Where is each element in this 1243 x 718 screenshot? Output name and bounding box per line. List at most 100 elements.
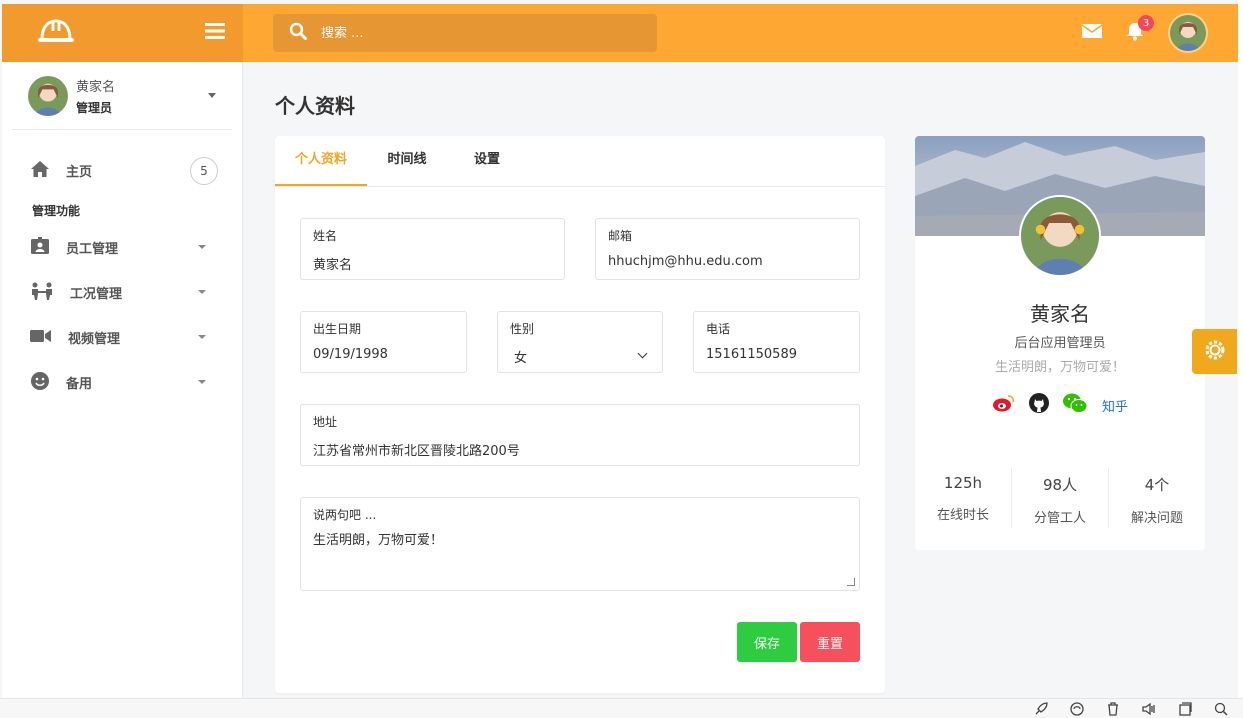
notification-badge: 3 xyxy=(1138,15,1154,31)
gender-select[interactable]: 性别 女 xyxy=(497,311,663,373)
field-label: 性别 xyxy=(510,322,535,336)
stat-value: 98人 xyxy=(1042,476,1078,494)
github-icon[interactable] xyxy=(1028,392,1050,418)
phone-input[interactable]: 15161150589 xyxy=(706,347,847,362)
browser-icon[interactable] xyxy=(1069,701,1085,718)
name-field[interactable]: 姓名 黄家名 xyxy=(300,218,565,280)
save-button[interactable]: 保存 xyxy=(737,622,797,662)
field-label: 地址 xyxy=(313,415,338,429)
sidebar-section-title: 管理功能 xyxy=(32,204,81,218)
sidebar-item-spare[interactable]: 备用 xyxy=(2,360,242,405)
search-icon[interactable] xyxy=(289,22,307,44)
id-badge-icon xyxy=(30,236,50,259)
field-label: 电话 xyxy=(706,322,731,336)
top-right-actions: 3 xyxy=(1081,13,1208,53)
field-label: 说两句吧 ... xyxy=(313,508,377,522)
stat-workers: 98人 分管工人 xyxy=(1012,468,1109,528)
tab-bar: 个人资料 时间线 设置 xyxy=(275,136,885,187)
address-field[interactable]: 地址 江苏省常州市新北区晋陵北路200号 xyxy=(300,404,860,466)
profile-avatar xyxy=(1019,195,1101,277)
chevron-down-icon xyxy=(198,290,206,294)
notification-bell[interactable]: 3 xyxy=(1126,15,1154,45)
stat-label: 解决问题 xyxy=(1130,511,1183,526)
sidebar-item-label: 视频管理 xyxy=(68,332,121,347)
profile-stats: 125h 在线时长 98人 分管工人 4个 解决问题 xyxy=(915,468,1205,528)
email-field[interactable]: 邮箱 hhuchjm@hhu.edu.com xyxy=(595,218,860,280)
field-label: 姓名 xyxy=(313,229,338,243)
sidebar-item-label: 员工管理 xyxy=(66,242,119,257)
stat-label: 在线时长 xyxy=(936,508,989,523)
phone-field[interactable]: 电话 15161150589 xyxy=(693,311,860,373)
tab-profile[interactable]: 个人资料 xyxy=(275,136,367,186)
chevron-down-icon xyxy=(198,380,206,384)
field-label: 邮箱 xyxy=(608,229,633,243)
brand-area xyxy=(2,4,243,62)
gear-icon xyxy=(1203,338,1227,366)
stat-label: 分管工人 xyxy=(1033,511,1086,526)
birthday-input[interactable]: 09/19/1998 xyxy=(313,347,454,362)
stat-online-hours: 125h 在线时长 xyxy=(915,468,1012,528)
profile-summary-card: 黄家名 后台应用管理员 生活明朗，万物可爱！ 知乎 125h 在线时长 98人 … xyxy=(915,136,1205,550)
window-icon[interactable] xyxy=(1177,701,1193,718)
gender-selected-value: 女 xyxy=(514,351,528,366)
bio-textarea[interactable]: 说两句吧 ... 生活明朗，万物可爱！ xyxy=(300,497,860,591)
chevron-down-icon[interactable] xyxy=(208,93,216,98)
sidebar-item-staff[interactable]: 员工管理 xyxy=(2,225,242,270)
sidebar: 黄家名 管理员 主页 5 管理功能 员工管理 工况管理 视频管理 备用 xyxy=(2,62,243,698)
stat-value: 125h xyxy=(943,474,983,492)
sidebar-user-card[interactable]: 黄家名 管理员 xyxy=(12,62,232,130)
weibo-icon[interactable] xyxy=(992,393,1016,417)
sidebar-item-conditions[interactable]: 工况管理 xyxy=(2,270,242,315)
sidebar-item-home[interactable]: 主页 5 xyxy=(2,148,242,193)
address-input[interactable]: 江苏省常州市新北区晋陵北路200号 xyxy=(313,440,847,459)
sidebar-item-label: 工况管理 xyxy=(70,287,123,302)
rocket-icon[interactable] xyxy=(1033,701,1049,718)
avatar xyxy=(28,75,68,116)
sidebar-user-role: 管理员 xyxy=(76,100,113,115)
stat-value: 4个 xyxy=(1144,476,1170,494)
mail-icon[interactable] xyxy=(1081,23,1103,43)
sidebar-item-label: 主页 xyxy=(66,165,93,180)
top-avatar[interactable] xyxy=(1168,13,1208,53)
resize-handle-icon[interactable] xyxy=(847,578,855,586)
social-links: 知乎 xyxy=(915,392,1205,418)
profile-name: 黄家名 xyxy=(1030,302,1090,326)
search-icon[interactable] xyxy=(1213,701,1229,718)
reset-button[interactable]: 重置 xyxy=(800,622,860,662)
top-bar: 3 xyxy=(2,4,1238,62)
email-input[interactable]: hhuchjm@hhu.edu.com xyxy=(608,254,847,269)
workers-icon xyxy=(30,282,54,304)
chevron-down-icon xyxy=(198,245,206,249)
name-input[interactable]: 黄家名 xyxy=(313,254,552,273)
settings-fab[interactable] xyxy=(1192,329,1237,374)
video-camera-icon xyxy=(30,328,52,348)
bottom-toolbar xyxy=(0,698,1243,718)
hard-hat-logo-icon[interactable] xyxy=(36,17,76,49)
toolbar-icons xyxy=(1033,701,1229,718)
birthday-field[interactable]: 出生日期 09/19/1998 xyxy=(300,311,467,373)
trash-icon[interactable] xyxy=(1105,701,1121,718)
sidebar-user-name: 黄家名 xyxy=(76,79,116,95)
search-box[interactable] xyxy=(273,14,657,52)
field-label: 出生日期 xyxy=(313,322,362,336)
volume-icon[interactable] xyxy=(1141,701,1157,718)
sidebar-item-video[interactable]: 视频管理 xyxy=(2,315,242,360)
profile-role: 后台应用管理员 xyxy=(1014,336,1106,351)
bio-text[interactable]: 生活明朗，万物可爱！ xyxy=(313,529,847,548)
smile-icon xyxy=(30,371,50,395)
sidebar-item-label: 备用 xyxy=(66,377,93,392)
search-input[interactable] xyxy=(321,25,641,41)
page-title: 个人资料 xyxy=(275,94,355,118)
tab-settings[interactable]: 设置 xyxy=(447,136,527,186)
profile-motto: 生活明朗，万物可爱！ xyxy=(994,360,1125,375)
menu-toggle-icon[interactable] xyxy=(205,23,225,43)
window-edge xyxy=(1238,0,1243,698)
home-icon xyxy=(30,160,50,182)
zhihu-link[interactable]: 知乎 xyxy=(1102,396,1128,415)
chevron-down-icon xyxy=(198,335,206,339)
stat-issues: 4个 解决问题 xyxy=(1109,468,1205,528)
tab-timeline[interactable]: 时间线 xyxy=(367,136,447,186)
home-count-badge: 5 xyxy=(190,156,218,185)
profile-form-card: 个人资料 时间线 设置 姓名 黄家名 邮箱 hhuchjm@hhu.edu.co… xyxy=(275,136,885,693)
wechat-icon[interactable] xyxy=(1062,392,1088,418)
